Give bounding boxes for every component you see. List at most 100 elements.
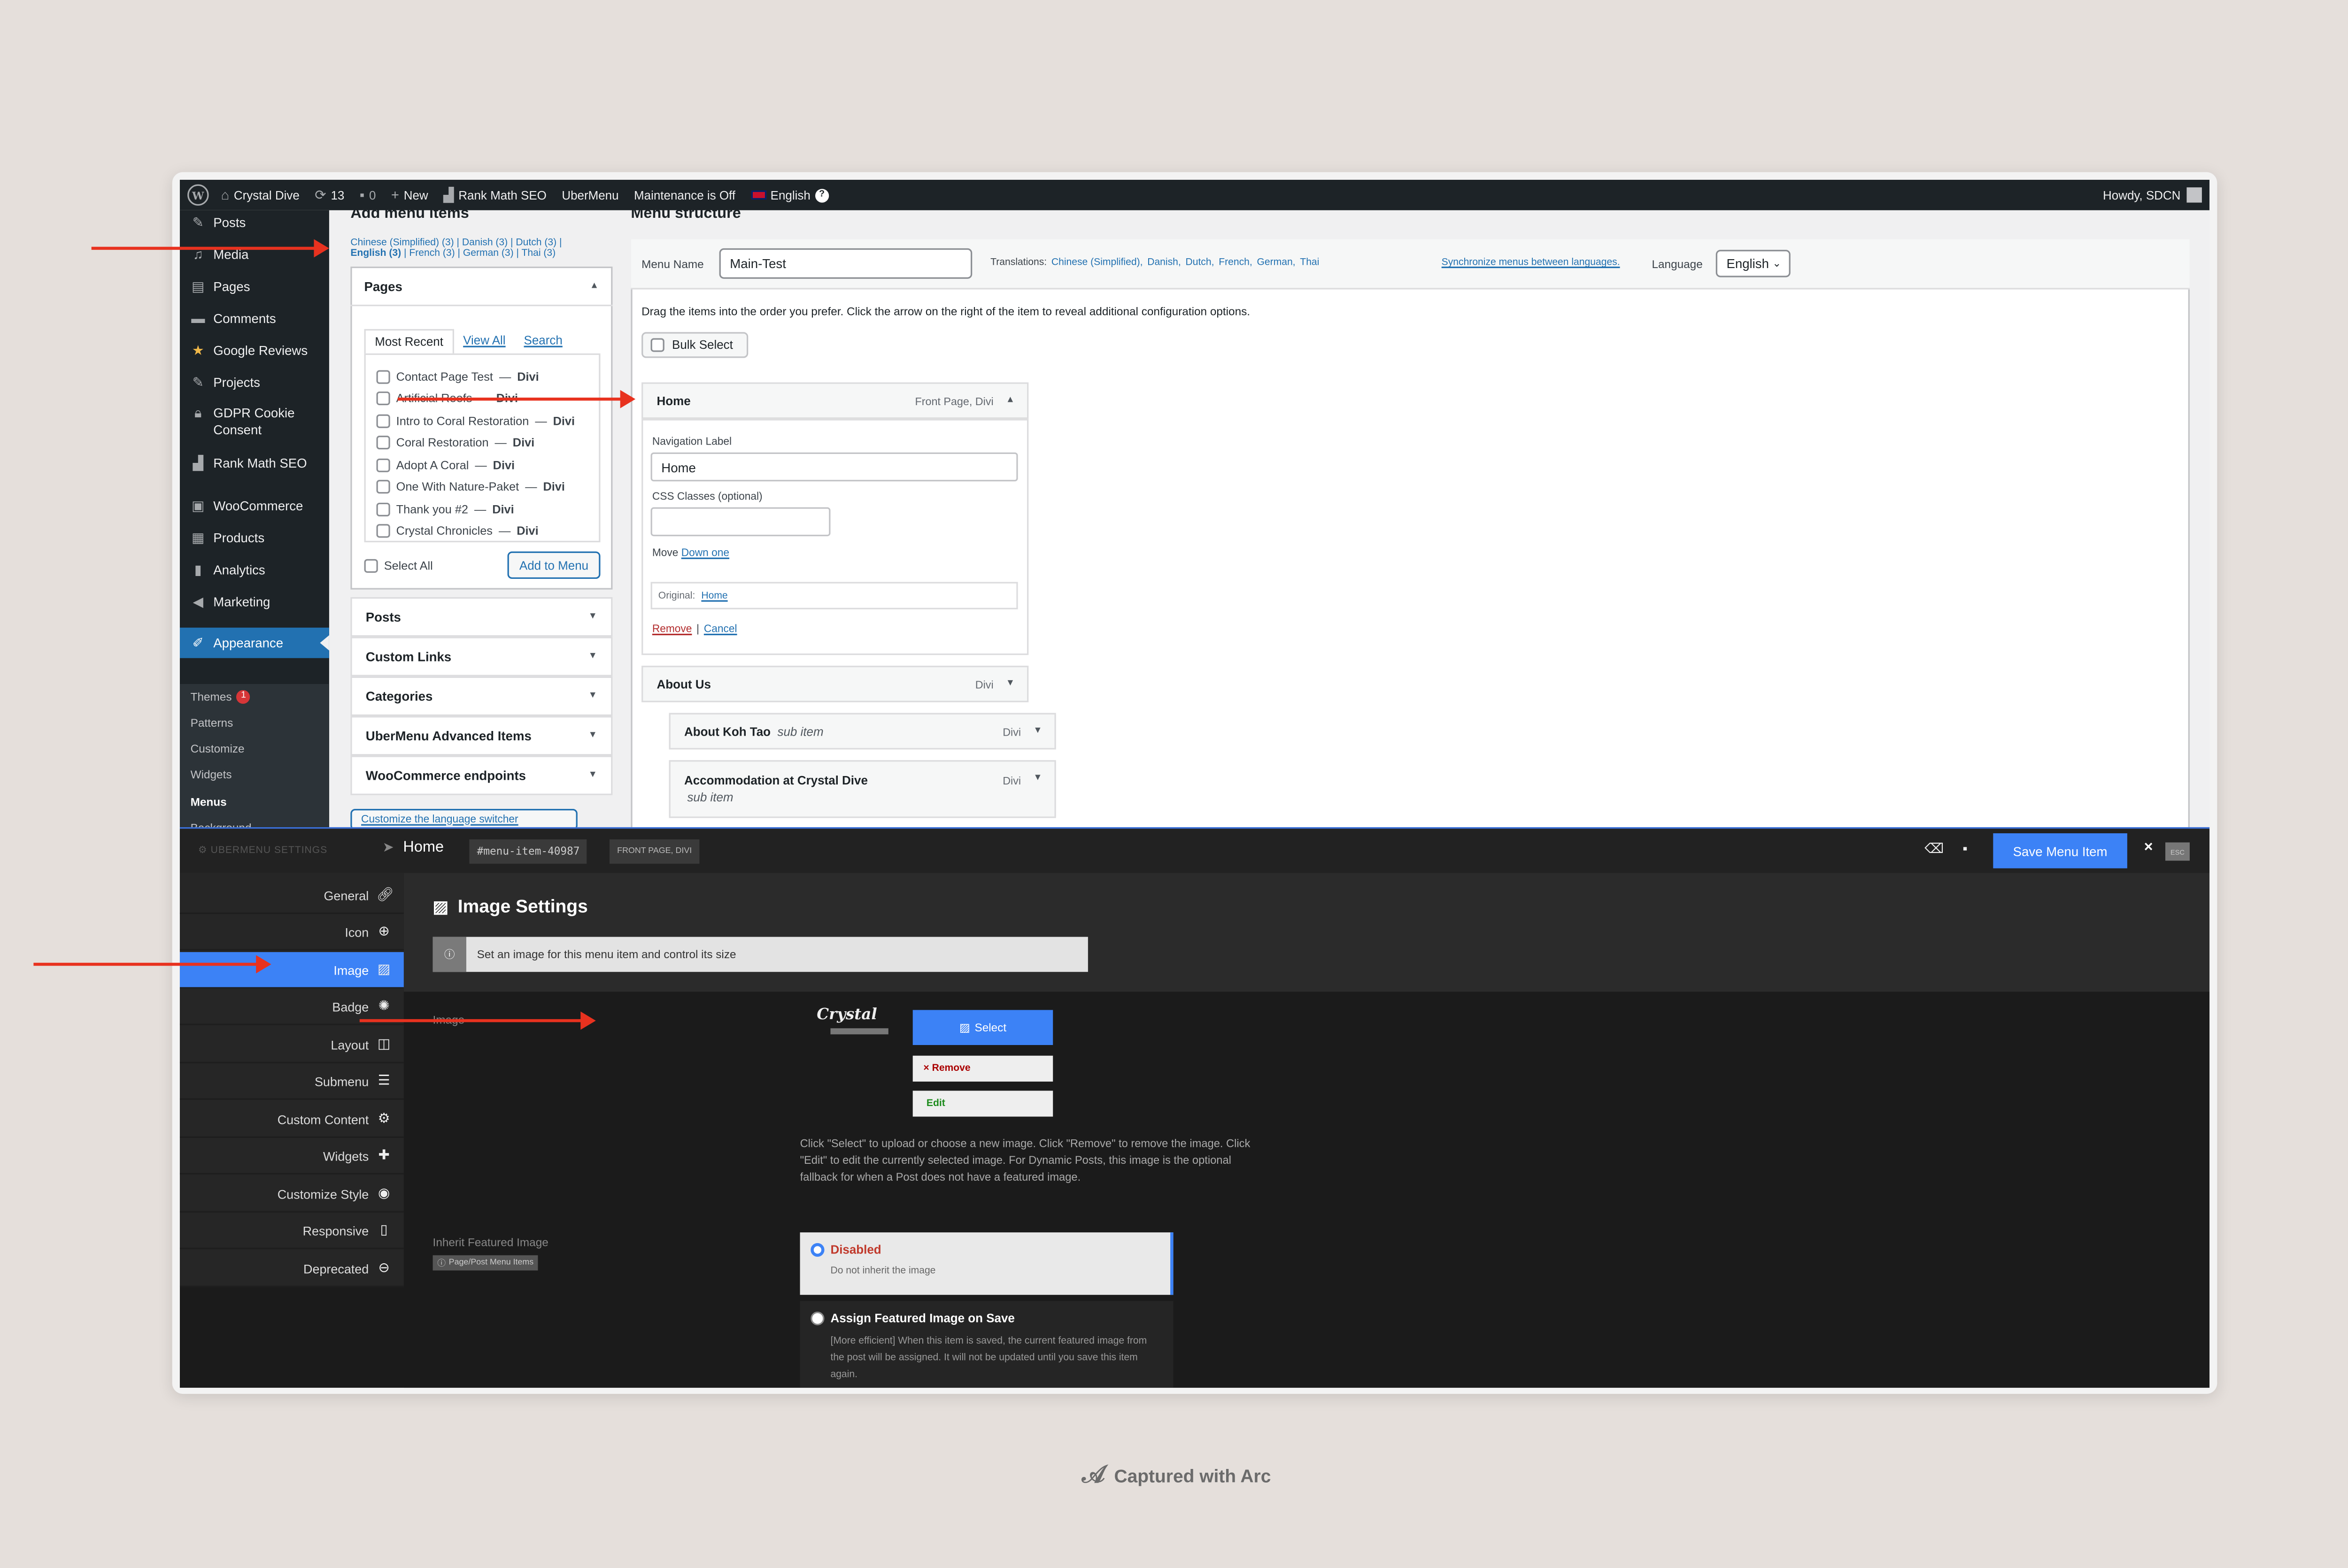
tab-general[interactable]: General 🔗︎ <box>179 877 404 914</box>
list-item[interactable]: One With Nature-Paket — Divi <box>376 480 565 494</box>
assign-radio[interactable] <box>811 1311 825 1326</box>
tab-view-all[interactable]: View All <box>454 329 515 354</box>
new-content-link[interactable]: + New <box>391 187 428 202</box>
tab-responsive[interactable]: Responsive ▯ <box>179 1213 404 1249</box>
list-item[interactable]: Adopt A Coral — Divi <box>376 458 515 472</box>
select-all-control[interactable]: Select All <box>364 559 433 573</box>
submenu-widgets[interactable]: Widgets <box>191 768 232 781</box>
sidebar-item-analytics[interactable]: ▮ Analytics <box>180 554 329 585</box>
edit-image-button[interactable]: Edit <box>912 1091 1053 1117</box>
submenu-customize[interactable]: Customize <box>191 742 245 755</box>
translation-link-dutch[interactable]: Dutch, <box>1185 257 1214 268</box>
option-assign-on-save[interactable]: Assign Featured Image on Save [More effi… <box>800 1301 1174 1388</box>
tab-search[interactable]: Search <box>515 329 572 354</box>
select-image-button[interactable]: ▨ Select <box>912 1010 1053 1045</box>
select-all-checkbox[interactable] <box>364 559 378 573</box>
tab-image[interactable]: Image ▨ <box>179 952 412 989</box>
expand-caret-icon[interactable]: ▼ <box>1033 774 1042 783</box>
tab-icon[interactable]: Icon ⊕ <box>179 914 404 951</box>
list-item[interactable]: Crystal Chronicles — Divi <box>376 524 539 538</box>
translation-link-german[interactable]: German, <box>1257 257 1295 268</box>
tab-deprecated[interactable]: Deprecated ⊖ <box>179 1251 404 1287</box>
close-icon[interactable]: × <box>2144 839 2153 856</box>
eraser-icon[interactable]: ⌫ <box>1924 841 1944 858</box>
site-name-link[interactable]: ⌂ Crystal Dive <box>221 187 300 202</box>
expand-caret-icon[interactable]: ▼ <box>1006 679 1015 688</box>
language-switcher[interactable]: English? <box>750 188 829 202</box>
sidebar-item-comments[interactable]: ▬ Comments <box>180 303 329 334</box>
page-checkbox[interactable] <box>376 370 390 384</box>
accordion-categories[interactable]: Categories ▼ <box>350 676 613 716</box>
translation-link-thai[interactable]: Thai <box>1300 257 1319 268</box>
page-checkbox[interactable] <box>376 458 390 472</box>
tab-submenu[interactable]: Submenu ☰ <box>179 1063 404 1100</box>
sidebar-item-google-reviews[interactable]: ★ Google Reviews <box>180 335 329 366</box>
maintenance-link[interactable]: Maintenance is Off <box>634 188 735 202</box>
page-checkbox[interactable] <box>376 502 390 517</box>
page-checkbox[interactable] <box>376 391 390 406</box>
ubermenu-link[interactable]: UberMenu <box>562 188 618 202</box>
accordion-custom-links[interactable]: Custom Links ▼ <box>350 637 613 676</box>
translation-link-chinese[interactable]: Chinese (Simplified), <box>1051 257 1143 268</box>
expand-caret-icon[interactable]: ▼ <box>1033 727 1042 736</box>
menu-item-about-koh-tao[interactable]: About Koh Tao sub item Divi ▼ <box>669 713 1056 750</box>
translation-link-french[interactable]: French, <box>1219 257 1252 268</box>
collapse-caret-icon[interactable]: ▲ <box>1006 396 1015 405</box>
move-down-link[interactable]: Down one <box>681 548 729 559</box>
original-page-link[interactable]: Home <box>701 590 727 601</box>
synchronize-menus-link[interactable]: Synchronize menus between languages. <box>1442 257 1620 268</box>
menu-item-accommodation[interactable]: Accommodation at Crystal Dive sub item Div… <box>669 760 1056 818</box>
accordion-posts[interactable]: Posts ▼ <box>350 597 613 637</box>
tab-widgets[interactable]: Widgets ✚ <box>179 1138 404 1175</box>
tab-layout[interactable]: Layout ◫ <box>179 1027 404 1063</box>
save-menu-item-button[interactable]: Save Menu Item <box>1993 833 2127 869</box>
menu-name-input[interactable]: Main-Test <box>719 248 973 279</box>
wordpress-logo-icon[interactable]: W <box>187 184 209 206</box>
accordion-woocommerce-endpoints[interactable]: WooCommerce endpoints ▼ <box>350 755 613 795</box>
remove-link[interactable]: Remove <box>652 624 692 635</box>
save-icon[interactable]: ▪ <box>1962 841 1967 856</box>
tab-customize-style[interactable]: Customize Style ◉ <box>179 1176 404 1213</box>
remove-image-button[interactable]: × Remove <box>912 1055 1053 1082</box>
navigation-label-input[interactable]: Home <box>650 452 1018 482</box>
list-item[interactable]: Coral Restoration — Divi <box>376 436 534 450</box>
menu-item-home[interactable]: Home Front Page, Divi ▲ <box>641 382 1029 419</box>
option-disabled[interactable]: Disabled Do not inherit the image <box>800 1232 1174 1295</box>
sidebar-item-rank-math[interactable]: ▟ Rank Math SEO <box>180 448 329 478</box>
updates-link[interactable]: ⟳ 13 <box>315 187 344 204</box>
cancel-link[interactable]: Cancel <box>704 624 737 635</box>
disabled-radio[interactable] <box>811 1243 825 1257</box>
language-select[interactable]: English ⌄ <box>1715 250 1791 277</box>
pages-panel-header[interactable]: Pages ▲ <box>350 267 613 307</box>
page-checkbox[interactable] <box>376 480 390 494</box>
translation-link-danish[interactable]: Danish, <box>1147 257 1181 268</box>
page-checkbox[interactable] <box>376 436 390 450</box>
sidebar-item-gdpr[interactable]: 🔒︎ GDPR Cookie Consent <box>180 400 329 440</box>
language-filter-links[interactable]: Chinese (Simplified) (3) | Danish (3) | … <box>350 238 610 259</box>
add-to-menu-button[interactable]: Add to Menu <box>507 551 601 579</box>
sidebar-item-appearance[interactable]: ✐ Appearance <box>179 627 329 658</box>
tab-most-recent[interactable]: Most Recent <box>364 329 454 354</box>
submenu-patterns[interactable]: Patterns <box>191 716 233 730</box>
submenu-menus[interactable]: Menus <box>191 795 227 809</box>
rank-math-link[interactable]: ▟ Rank Math SEO <box>443 187 547 204</box>
tab-custom-content[interactable]: Custom Content ⚙ <box>179 1101 404 1138</box>
sidebar-item-posts[interactable]: ✎ Posts <box>180 207 329 238</box>
sidebar-item-media[interactable]: ♫ Media <box>180 239 329 269</box>
list-item[interactable]: Thank you #2 — Divi <box>376 502 514 517</box>
sidebar-item-marketing[interactable]: ◀ Marketing <box>180 586 329 617</box>
bulk-select-button[interactable]: Bulk Select <box>641 332 749 358</box>
list-item[interactable]: Contact Page Test — Divi <box>376 370 539 384</box>
page-checkbox[interactable] <box>376 414 390 428</box>
page-checkbox[interactable] <box>376 524 390 538</box>
accordion-ubermenu-advanced-items[interactable]: UberMenu Advanced Items ▼ <box>350 716 613 756</box>
list-item[interactable]: Intro to Coral Restoration — Divi <box>376 414 575 428</box>
sidebar-item-woocommerce[interactable]: ▣ WooCommerce <box>180 491 329 521</box>
sidebar-item-pages[interactable]: ▤ Pages <box>180 271 329 302</box>
esc-key-hint[interactable]: ESC <box>2165 842 2190 861</box>
user-account-menu[interactable]: Howdy, SDCN <box>2103 180 2202 210</box>
sidebar-item-products[interactable]: ▦ Products <box>180 523 329 553</box>
submenu-themes[interactable]: Themes 1 <box>191 690 251 704</box>
menu-item-about-us[interactable]: About Us Divi ▼ <box>641 666 1029 702</box>
sidebar-item-projects[interactable]: ✎ Projects <box>180 367 329 398</box>
